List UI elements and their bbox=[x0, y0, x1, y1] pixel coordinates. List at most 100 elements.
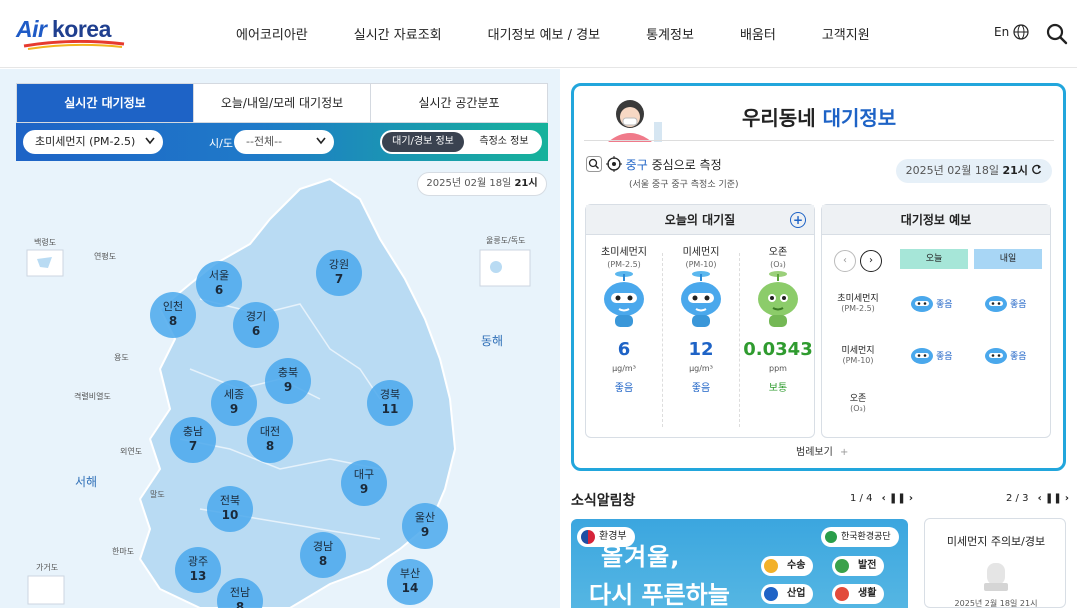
nav-about[interactable]: 에어코리아란 bbox=[236, 24, 308, 43]
forecast-day-tomorrow[interactable]: 내일 bbox=[974, 249, 1042, 269]
region-value: 8 bbox=[265, 439, 275, 453]
region-bubble-gyeongbuk[interactable]: 경북 11 bbox=[367, 380, 413, 426]
nav-statistics[interactable]: 통계정보 bbox=[646, 24, 694, 43]
refresh-icon[interactable] bbox=[1031, 164, 1042, 175]
plus-icon[interactable]: + bbox=[790, 212, 806, 228]
region-value: 8 bbox=[168, 314, 178, 328]
region-value: 7 bbox=[334, 272, 344, 286]
place-hando: 한마도 bbox=[112, 547, 135, 556]
region-bubble-ulsan[interactable]: 울산 9 bbox=[402, 503, 448, 549]
region-name: 서울 bbox=[208, 269, 230, 282]
region-bubble-gyeonggi[interactable]: 경기 6 bbox=[233, 302, 279, 348]
character-mask-illustration bbox=[608, 100, 662, 142]
place-malado: 말도 bbox=[150, 490, 165, 499]
region-value: 8 bbox=[318, 554, 328, 568]
region-name: 경기 bbox=[245, 310, 267, 323]
agency-badge: 한국환경공단 bbox=[821, 527, 899, 547]
neighborhood-date: 2025년 02월 18일 21시 bbox=[896, 159, 1052, 183]
title-part-a: 우리동네 bbox=[742, 106, 816, 130]
location-gu[interactable]: 중구 bbox=[626, 158, 648, 172]
place-baengnyeong: 백령도 bbox=[34, 238, 57, 247]
region-bubble-jeonnam[interactable]: 전남 8 bbox=[217, 578, 263, 608]
good-face-icon bbox=[911, 348, 933, 364]
region-bubble-gangwon[interactable]: 강원 7 bbox=[316, 250, 362, 296]
sea-east-label: 동해 bbox=[481, 334, 504, 348]
pill-label: 생활 bbox=[858, 588, 877, 599]
pill-label: 산업 bbox=[787, 588, 806, 599]
siren-icon bbox=[984, 563, 1008, 591]
logo-swoosh-icon bbox=[23, 40, 125, 50]
nav-realtime-data[interactable]: 실시간 자료조회 bbox=[354, 24, 442, 43]
region-bubble-seoul[interactable]: 서울 6 bbox=[196, 261, 242, 307]
good-face-icon bbox=[604, 271, 644, 327]
search-icon[interactable] bbox=[586, 156, 602, 172]
news-prev-icon[interactable]: ‹ bbox=[882, 493, 886, 504]
pill-transport: 수송 bbox=[761, 556, 814, 576]
map-date: 2025년 02월 18일 bbox=[426, 178, 512, 189]
region-bubble-incheon[interactable]: 인천 8 bbox=[150, 292, 196, 338]
forecast-cell: 좋음 bbox=[910, 345, 953, 365]
region-bubble-daegu[interactable]: 대구 9 bbox=[341, 460, 387, 506]
banner-line2: 다시 푸른하늘 bbox=[589, 581, 730, 608]
site-header: Air korea 에어코리아란 실시간 자료조회 대기정보 예보 / 경보 통… bbox=[0, 0, 1077, 68]
region-bubble-daejeon[interactable]: 대전 8 bbox=[247, 417, 293, 463]
pill-life: 생활 bbox=[832, 584, 885, 604]
region-value: 7 bbox=[188, 439, 198, 453]
region-bubble-chungbuk[interactable]: 충북 9 bbox=[265, 358, 311, 404]
region-name: 전북 bbox=[219, 494, 241, 507]
gageo-inset bbox=[27, 575, 65, 605]
region-value: 6 bbox=[251, 324, 261, 338]
alert-card[interactable]: 미세먼지 주의보/경보 2025년 2월 18일 21시 bbox=[924, 518, 1066, 608]
news-pager: 1 / 4 ‹ ❚❚ › bbox=[850, 493, 913, 504]
legend-link[interactable]: 범례보기 + bbox=[796, 443, 848, 458]
item-name: 미세먼지 bbox=[682, 247, 720, 258]
region-bubble-jeonbuk[interactable]: 전북 10 bbox=[207, 486, 253, 532]
search-icon[interactable] bbox=[1045, 22, 1069, 46]
news-title: 소식알림창 bbox=[571, 493, 636, 509]
current-location-icon[interactable] bbox=[605, 156, 622, 172]
nav-support[interactable]: 고객지원 bbox=[822, 24, 870, 43]
region-name: 경북 bbox=[379, 388, 401, 401]
good-face-icon bbox=[985, 296, 1007, 312]
pause-icon[interactable]: ❚❚ bbox=[889, 493, 906, 504]
region-name: 충남 bbox=[182, 425, 204, 438]
alert-next-icon[interactable]: › bbox=[1065, 493, 1069, 504]
region-bubble-gwangju[interactable]: 광주 13 bbox=[175, 547, 221, 593]
row-name: 오존 bbox=[849, 394, 867, 404]
forecast-panel: 대기정보 예보 ‹ › 오늘 내일 초미세먼지 (PM-2.5) 좋음 좋음 미… bbox=[821, 204, 1051, 438]
row-sub: (PM-2.5) bbox=[841, 304, 875, 313]
item-unit: μg/m³ bbox=[689, 364, 713, 373]
row-name: 초미세먼지 bbox=[837, 294, 879, 304]
forecast-day-today[interactable]: 오늘 bbox=[900, 249, 968, 269]
region-value: 9 bbox=[420, 525, 430, 539]
news-banner[interactable]: 환경부 한국환경공단 올겨울, 다시 푸른하늘 수송 발전 산업 생활 bbox=[571, 519, 908, 608]
nav-forecast-alert[interactable]: 대기정보 예보 / 경보 bbox=[488, 24, 600, 43]
language-label: En bbox=[994, 25, 1010, 39]
neighborhood-title: 우리동네 대기정보 bbox=[742, 102, 896, 131]
globe-icon bbox=[1013, 24, 1029, 40]
language-switch[interactable]: En bbox=[994, 24, 1029, 40]
region-value: 11 bbox=[381, 402, 399, 416]
region-value: 14 bbox=[401, 581, 419, 595]
region-bubble-busan[interactable]: 부산 14 bbox=[387, 559, 433, 605]
pill-label: 수송 bbox=[787, 560, 806, 571]
region-name: 전남 bbox=[229, 586, 251, 599]
forecast-grade: 좋음 bbox=[1010, 299, 1027, 310]
place-yeonpyeong: 연평도 bbox=[94, 252, 117, 261]
ulleung-inset bbox=[479, 249, 531, 287]
region-name: 경남 bbox=[312, 540, 334, 553]
region-bubble-chungnam[interactable]: 충남 7 bbox=[170, 417, 216, 463]
pause-icon[interactable]: ❚❚ bbox=[1045, 493, 1062, 504]
nav-learning[interactable]: 배움터 bbox=[740, 24, 776, 43]
alert-prev-icon[interactable]: ‹ bbox=[1038, 493, 1042, 504]
news-next-icon[interactable]: › bbox=[909, 493, 913, 504]
news-pager-text: 1 / 4 bbox=[850, 493, 873, 504]
prev-arrow-icon[interactable]: ‹ bbox=[834, 250, 856, 272]
normal-face-icon bbox=[758, 271, 798, 327]
place-yongdo: 용도 bbox=[114, 353, 129, 362]
forecast-row-ozone: 오존 (O₃) bbox=[828, 391, 888, 413]
next-arrow-icon[interactable]: › bbox=[860, 250, 882, 272]
title-part-b: 대기정보 bbox=[822, 106, 897, 130]
airkorea-logo[interactable]: Air korea bbox=[16, 16, 126, 50]
region-bubble-gyeongnam[interactable]: 경남 8 bbox=[300, 532, 346, 578]
